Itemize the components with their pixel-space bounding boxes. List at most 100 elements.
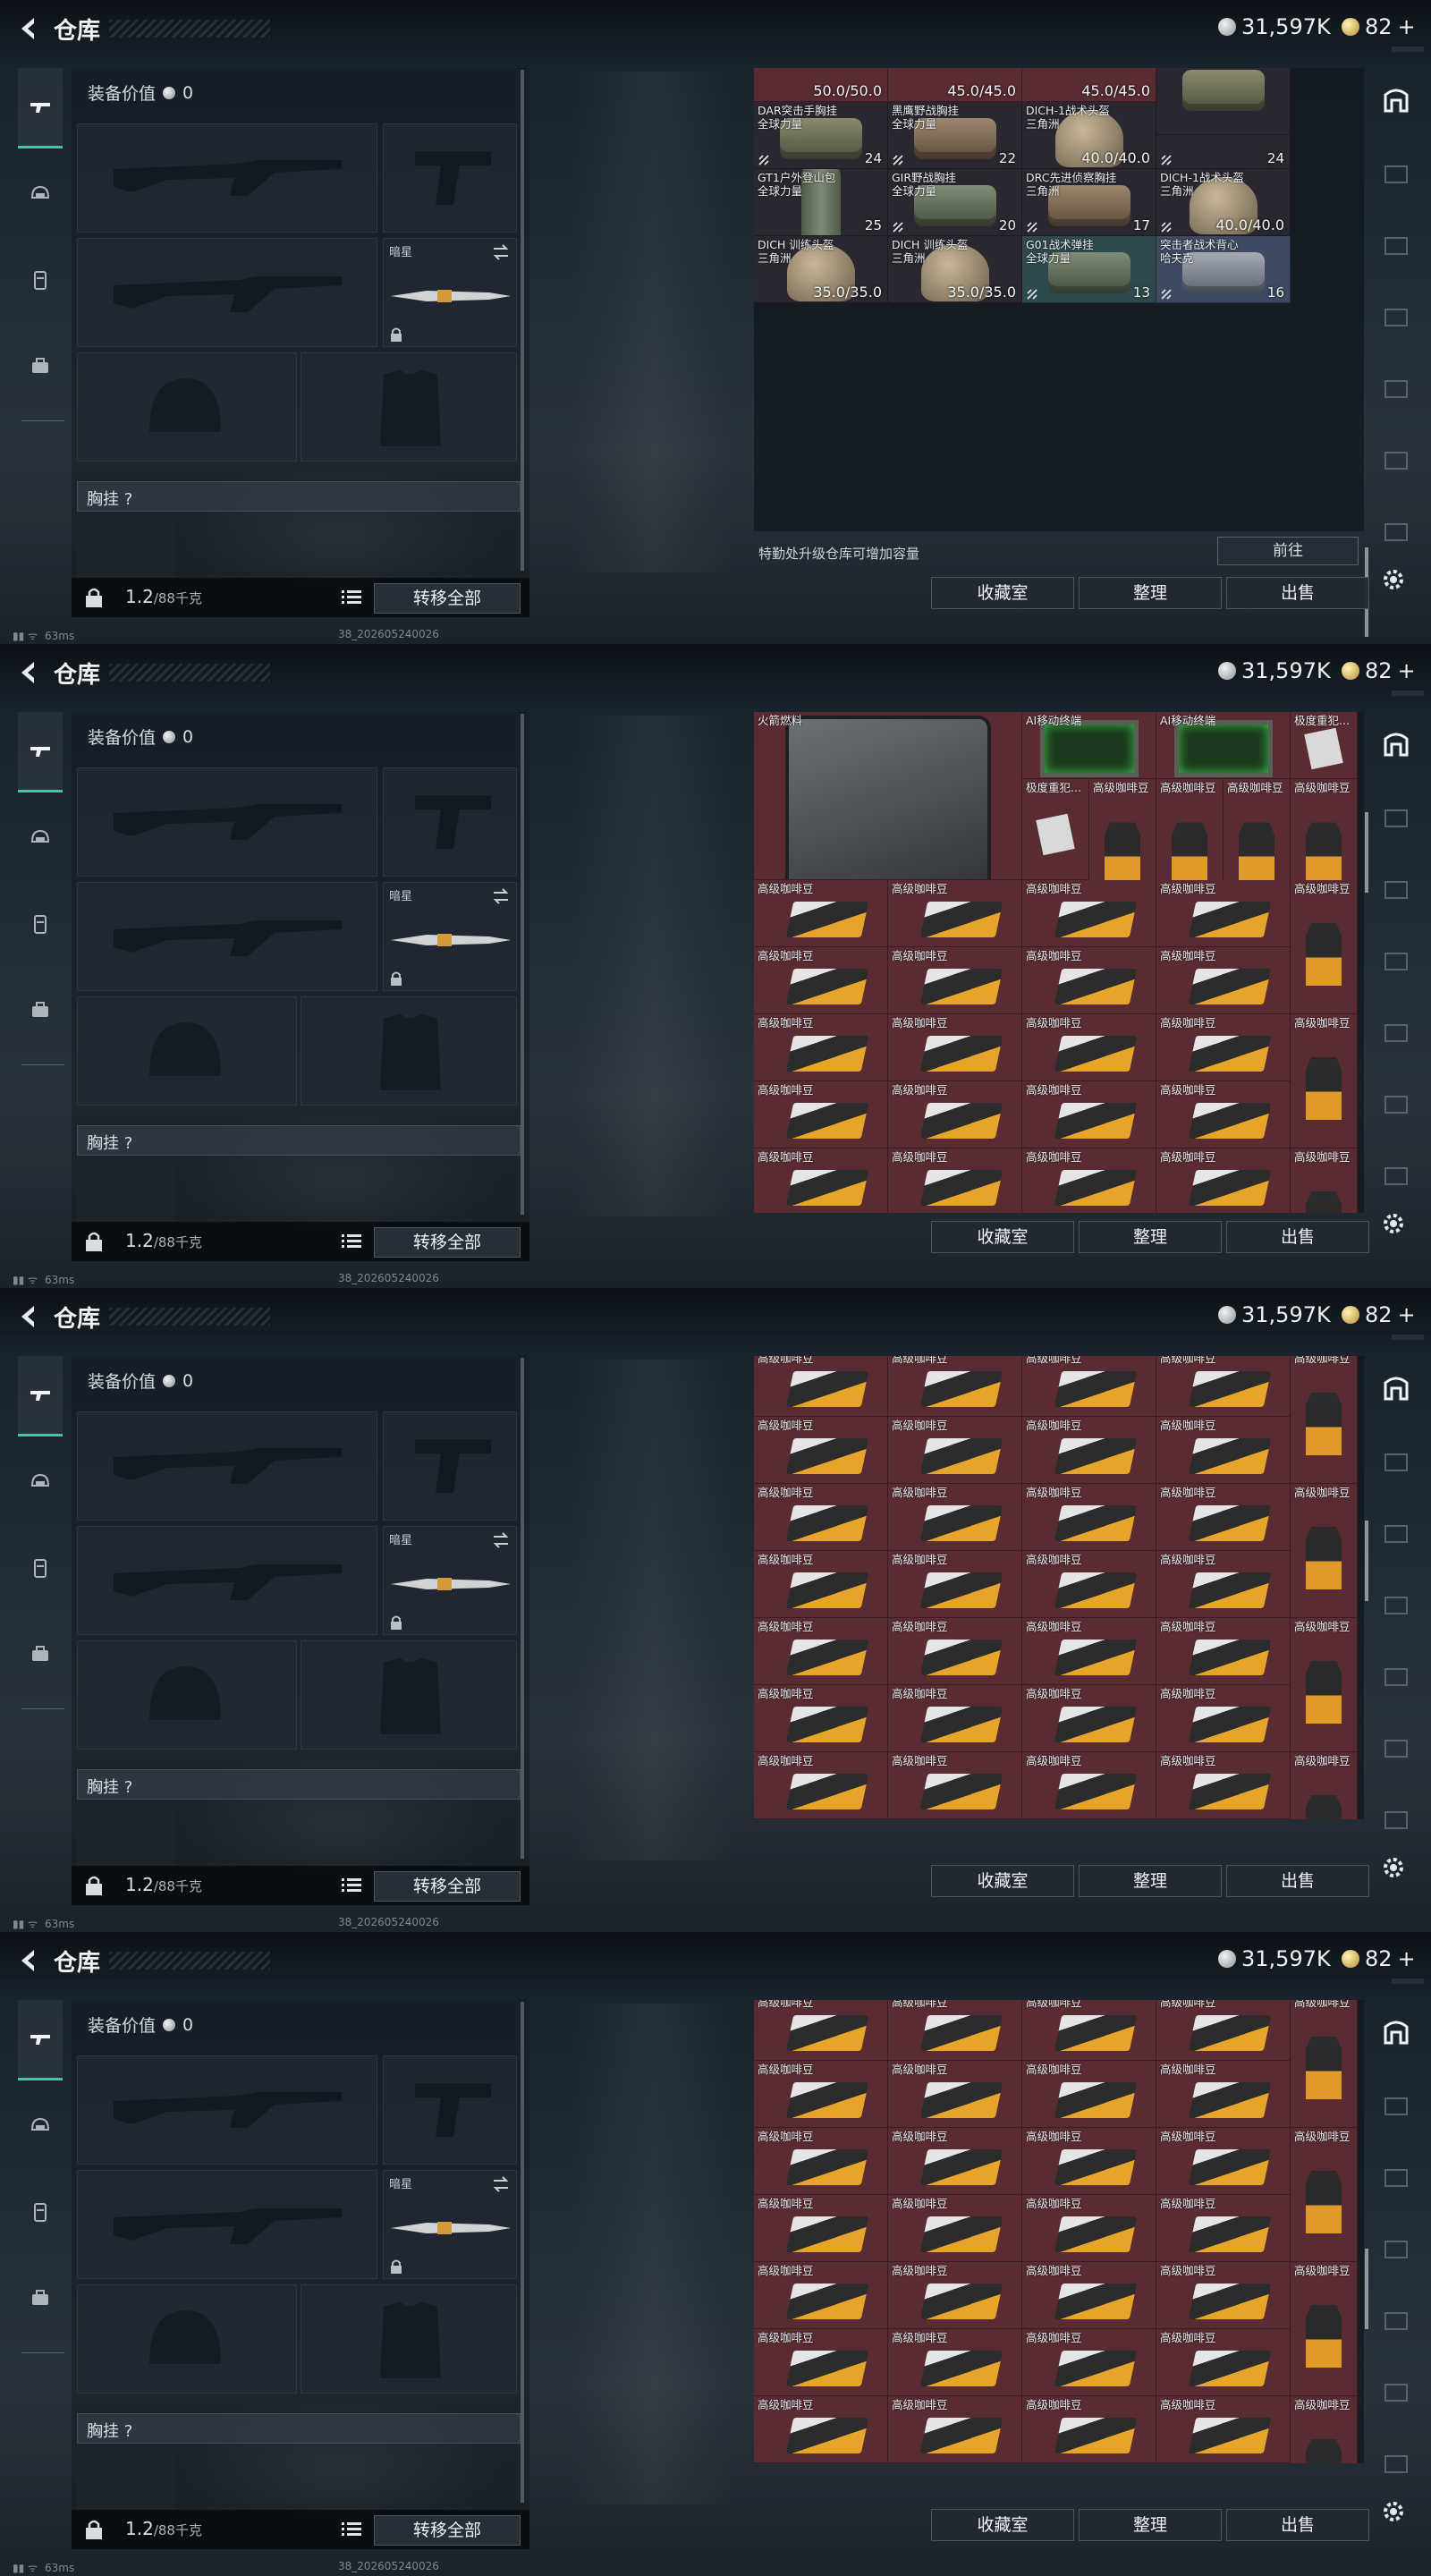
back-arrow-icon[interactable] <box>13 1945 45 1977</box>
coffee-bean-box-item[interactable]: 高级咖啡豆 <box>754 1818 888 1819</box>
gold-currency[interactable]: 82 + <box>1342 14 1416 39</box>
melee-slot[interactable]: 暗星 <box>383 238 517 347</box>
stash-rail-icon-1[interactable] <box>1379 2089 1413 2123</box>
tab-armor[interactable] <box>18 798 63 878</box>
coffee-bean-box-item[interactable]: 高级咖啡豆 <box>888 2000 1022 2061</box>
rig-item[interactable]: G01战术弹挂 全球力量 13 <box>1022 235 1156 303</box>
pistol-slot[interactable] <box>383 1411 517 1521</box>
coffee-bean-box-item[interactable]: 高级咖啡豆 <box>754 1550 888 1618</box>
organize-button[interactable]: 整理 <box>1079 1221 1222 1253</box>
coffee-bean-box-item[interactable]: 高级咖啡豆 <box>1022 2328 1156 2396</box>
melee-slot[interactable]: 暗星 <box>383 882 517 991</box>
document-item[interactable]: 极度重犯... <box>1291 712 1358 779</box>
stack-count[interactable]: 24 <box>1156 135 1291 169</box>
coffee-bean-box-item[interactable]: 高级咖啡豆 <box>888 2261 1022 2329</box>
coffee-bean-box-item[interactable]: 高级咖啡豆 <box>888 1617 1022 1685</box>
warehouse-rail-icon[interactable] <box>1379 2014 1413 2048</box>
list-icon[interactable] <box>342 2521 361 2538</box>
coffee-bean-box-item[interactable]: 高级咖啡豆 <box>1022 2060 1156 2128</box>
coffee-bean-box-item[interactable]: 高级咖啡豆 <box>754 2194 888 2262</box>
coffee-bean-box-item[interactable]: 高级咖啡豆 <box>754 2462 888 2463</box>
coffee-bean-box-item[interactable]: 高级咖啡豆 <box>1022 1148 1156 1213</box>
coffee-bean-box-item[interactable]: 高级咖啡豆 <box>1156 1684 1291 1752</box>
organize-button[interactable]: 整理 <box>1079 1865 1222 1897</box>
pistol-slot[interactable] <box>383 767 517 877</box>
sell-button[interactable]: 出售 <box>1226 2509 1369 2541</box>
stash-rail-icon-3[interactable] <box>1379 2233 1413 2267</box>
coffee-bean-box-item[interactable]: 高级咖啡豆 <box>754 879 888 947</box>
stash-rail-icon-5[interactable] <box>1379 444 1413 478</box>
warehouse-rail-icon[interactable] <box>1379 82 1413 116</box>
swap-icon[interactable] <box>491 2174 511 2194</box>
tab-backpack[interactable] <box>18 326 63 406</box>
settings-gear-icon[interactable] <box>1379 2497 1408 2526</box>
armor-slot[interactable] <box>301 1640 517 1750</box>
helmet-item[interactable]: DICH-1战术头盔 三角洲 40.0/40.0 <box>1022 101 1156 169</box>
rig-container[interactable] <box>77 517 175 580</box>
vest-item[interactable]: 突击者战术背心 哈夫克 16 <box>1156 235 1291 303</box>
coffee-bean-box-item[interactable]: 高级咖啡豆 <box>1022 1013 1156 1081</box>
coffee-bean-box-item[interactable]: 高级咖啡豆 <box>1156 1483 1291 1551</box>
transfer-all-button[interactable]: 转移全部 <box>374 1871 521 1902</box>
coffee-bean-box-item[interactable]: 高级咖啡豆 <box>1156 2328 1291 2396</box>
coffee-bean-box-item[interactable]: 高级咖啡豆 <box>1156 1818 1291 1819</box>
coffee-bean-box-item[interactable]: 高级咖啡豆 <box>1156 1416 1291 1484</box>
coffee-bean-box-item[interactable]: 高级咖啡豆 <box>754 2328 888 2396</box>
armor-item[interactable]: 45.0/45.0 <box>1022 68 1156 102</box>
stash-rail-icon-2[interactable] <box>1379 2161 1413 2195</box>
helmet-item[interactable]: DICH 训练头盔 三角洲 35.0/35.0 <box>754 235 888 303</box>
coffee-bean-box-item[interactable]: 高级咖啡豆 <box>1022 1684 1156 1752</box>
coffee-bean-box-item[interactable]: 高级咖啡豆 <box>888 1080 1022 1148</box>
chest-rig-slot[interactable]: 胸挂 ? <box>77 1125 521 1156</box>
tab-weapons[interactable] <box>18 1356 63 1436</box>
coffee-bean-box-item[interactable]: 高级咖啡豆 <box>888 2395 1022 2463</box>
transfer-all-button[interactable]: 转移全部 <box>374 2515 521 2546</box>
coffee-bean-box-item[interactable]: 高级咖啡豆 <box>1156 2000 1291 2061</box>
coffee-bean-box-item[interactable]: 高级咖啡豆 <box>1156 1356 1291 1417</box>
coffee-bean-box-item[interactable]: 高级咖啡豆 <box>754 2395 888 2463</box>
stash-scrollbar[interactable] <box>1365 2249 1368 2329</box>
coffee-bean-box-item[interactable]: 高级咖啡豆 <box>888 2127 1022 2195</box>
stash-rail-icon-1[interactable] <box>1379 801 1413 835</box>
gold-currency[interactable]: 82 + <box>1342 1302 1416 1327</box>
secondary-weapon-slot[interactable] <box>77 1526 377 1635</box>
helmet-slot[interactable] <box>77 1640 297 1750</box>
coffee-bean-box-item[interactable]: 高级咖啡豆 <box>1022 1416 1156 1484</box>
coffee-bean-bag-item[interactable]: 高级咖啡豆 <box>1291 2395 1358 2463</box>
chest-rig-item[interactable]: 黑鹰野战胸挂 全球力量 22 <box>888 101 1022 169</box>
pistol-slot[interactable] <box>383 2055 517 2165</box>
stash-rail-icon-2[interactable] <box>1379 873 1413 907</box>
stash-rail-icon-5[interactable] <box>1379 1088 1413 1122</box>
helmet-item[interactable]: DICH 训练头盔 三角洲 35.0/35.0 <box>888 235 1022 303</box>
tab-rig[interactable] <box>18 884 63 964</box>
stash-rail-icon-5[interactable] <box>1379 2376 1413 2410</box>
stash-rail-icon-3[interactable] <box>1379 301 1413 335</box>
coffee-bean-box-item[interactable]: 高级咖啡豆 <box>754 1483 888 1551</box>
swap-icon[interactable] <box>491 886 511 906</box>
coffee-bean-box-item[interactable]: 高级咖啡豆 <box>1156 1148 1291 1213</box>
coffee-bean-box-item[interactable]: 高级咖啡豆 <box>888 1684 1022 1752</box>
coffee-bean-box-item[interactable]: 高级咖啡豆 <box>888 2194 1022 2262</box>
coffee-bean-box-item[interactable]: 高级咖啡豆 <box>888 879 1022 947</box>
coffee-bean-box-item[interactable]: 高级咖啡豆 <box>888 1416 1022 1484</box>
swap-icon[interactable] <box>491 1530 511 1550</box>
coffee-bean-bag-item[interactable]: 高级咖啡豆 <box>1291 1013 1358 1148</box>
coffee-bean-box-item[interactable]: 高级咖啡豆 <box>1156 2060 1291 2128</box>
stash-rail-icon-1[interactable] <box>1379 157 1413 191</box>
primary-weapon-slot[interactable] <box>77 2055 377 2165</box>
coffee-bean-box-item[interactable]: 高级咖啡豆 <box>1022 1751 1156 1819</box>
chest-rig-item[interactable]: GIR野战胸挂 全球力量 20 <box>888 168 1022 236</box>
coffee-bean-bag-item[interactable]: 高级咖啡豆 <box>1291 2261 1358 2396</box>
backpack-item[interactable]: GT1户外登山包 全球力量 25 <box>754 168 888 236</box>
coffee-bean-box-item[interactable]: 高级咖啡豆 <box>888 1550 1022 1618</box>
settings-gear-icon[interactable] <box>1379 1209 1408 1238</box>
armor-slot[interactable] <box>301 996 517 1106</box>
sell-button[interactable]: 出售 <box>1226 577 1369 609</box>
warehouse-rail-icon[interactable] <box>1379 726 1413 760</box>
go-button[interactable]: 前往 <box>1217 537 1359 565</box>
add-currency-icon[interactable]: + <box>1398 1946 1416 1971</box>
coffee-bean-box-item[interactable]: 高级咖啡豆 <box>1022 2462 1156 2463</box>
primary-weapon-slot[interactable] <box>77 767 377 877</box>
coffee-bean-bag-item[interactable]: 高级咖啡豆 <box>1291 2127 1358 2262</box>
swap-icon[interactable] <box>491 242 511 262</box>
